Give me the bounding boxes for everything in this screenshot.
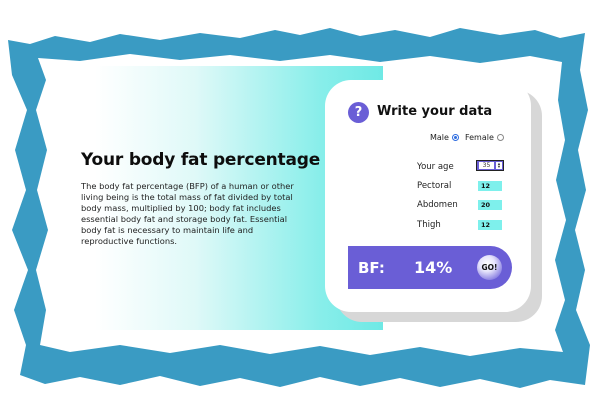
thigh-label: Thigh xyxy=(417,220,441,230)
male-radio[interactable] xyxy=(451,134,459,141)
age-value: 35 xyxy=(479,162,494,169)
bf-label: BF: xyxy=(358,259,385,277)
abdomen-label: Abdomen xyxy=(417,200,458,210)
pectoral-label: Pectoral xyxy=(417,181,452,191)
abdomen-input[interactable]: 20 xyxy=(478,200,502,210)
thigh-input[interactable]: 12 xyxy=(478,220,502,230)
age-input[interactable]: 35 ▲ ▼ xyxy=(476,160,504,171)
spinner-icon[interactable]: ▲ ▼ xyxy=(496,162,502,169)
age-label: Your age xyxy=(417,162,454,172)
gender-selector: Male Female xyxy=(430,133,510,142)
card-title: Write your data xyxy=(377,104,493,119)
male-label: Male xyxy=(430,133,449,142)
page-description: The body fat percentage (BFP) of a human… xyxy=(81,181,294,246)
go-button[interactable]: GO! xyxy=(477,255,502,280)
question-icon: ? xyxy=(348,102,369,123)
female-label: Female xyxy=(464,133,494,142)
female-radio[interactable] xyxy=(496,134,504,141)
bf-value: 14% xyxy=(414,258,453,277)
page-title: Your body fat percentage xyxy=(81,150,321,170)
pectoral-input[interactable]: 12 xyxy=(478,181,502,191)
